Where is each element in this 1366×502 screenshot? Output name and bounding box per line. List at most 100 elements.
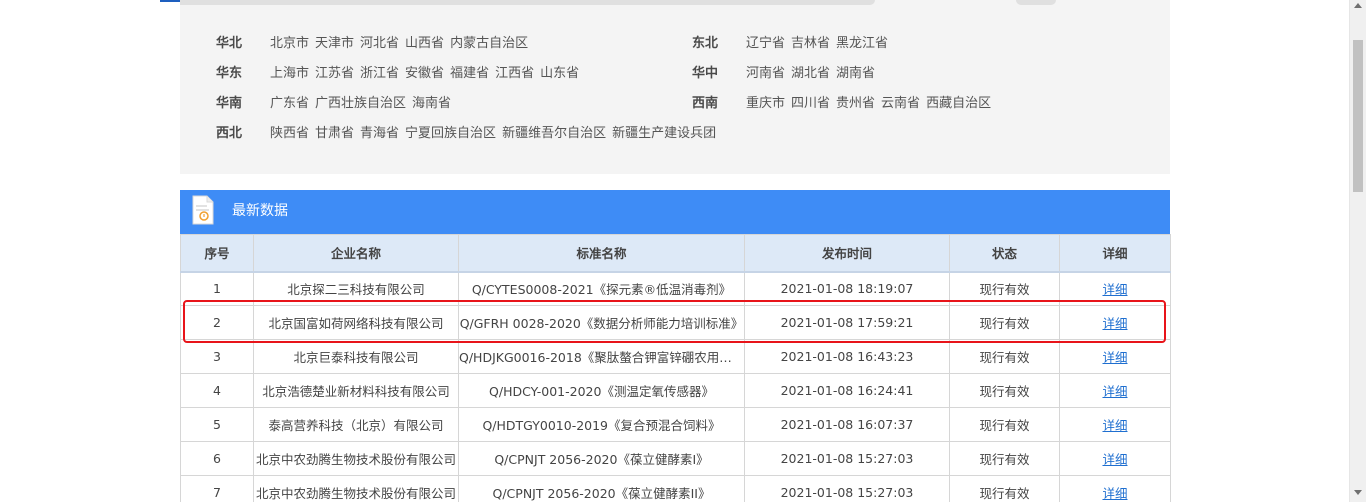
detail-cell: 详细 (1059, 305, 1171, 340)
province-link[interactable]: 贵州省 (836, 96, 875, 111)
company-name: 北京中农劲腾生物技术股份有限公司 (253, 441, 459, 476)
standard-name: Q/HDCY-001-2020《测温定氧传感器》 (458, 373, 745, 408)
region-name: 华东 (216, 66, 243, 81)
province-link[interactable]: 山西省 (405, 36, 444, 51)
publish-time: 2021-01-08 18:19:07 (744, 271, 950, 306)
column-header-status: 状态 (949, 234, 1060, 273)
province-link[interactable]: 江西省 (495, 66, 534, 81)
status: 现行有效 (949, 475, 1060, 502)
province-link[interactable]: 天津市 (315, 36, 354, 51)
detail-link[interactable]: 详细 (1102, 316, 1127, 331)
province-link[interactable]: 青海省 (360, 126, 399, 141)
province-links: 重庆市 四川省 贵州省 云南省 西藏自治区 (746, 94, 997, 114)
detail-cell: 详细 (1059, 407, 1171, 442)
province-link[interactable]: 海南省 (412, 96, 451, 111)
detail-cell: 详细 (1059, 373, 1171, 408)
status: 现行有效 (949, 373, 1060, 408)
table-row: 6 北京中农劲腾生物技术股份有限公司 Q/CPNJT 2056-2020《葆立健… (180, 441, 1171, 476)
province-link[interactable]: 北京市 (270, 36, 309, 51)
province-link[interactable]: 西藏自治区 (926, 96, 991, 111)
row-number: 3 (180, 339, 254, 374)
publish-time: 2021-01-08 17:59:21 (744, 305, 950, 340)
detail-link[interactable]: 详细 (1102, 282, 1127, 297)
province-links: 上海市 江苏省 浙江省 安徽省 福建省 江西省 山东省 (270, 64, 585, 84)
row-number: 7 (180, 475, 254, 502)
status: 现行有效 (949, 305, 1060, 340)
province-link[interactable]: 湖南省 (836, 66, 875, 81)
detail-link[interactable]: 详细 (1102, 350, 1127, 365)
row-number: 6 (180, 441, 254, 476)
province-link[interactable]: 吉林省 (791, 36, 830, 51)
province-links: 河南省 湖北省 湖南省 (746, 64, 881, 84)
company-name: 北京中农劲腾生物技术股份有限公司 (253, 475, 459, 502)
status: 现行有效 (949, 339, 1060, 374)
document-icon (192, 195, 214, 225)
detail-cell: 详细 (1059, 475, 1171, 502)
publish-time: 2021-01-08 16:24:41 (744, 373, 950, 408)
publish-time: 2021-01-08 16:43:23 (744, 339, 950, 374)
province-link[interactable]: 湖北省 (791, 66, 830, 81)
detail-link[interactable]: 详细 (1102, 384, 1127, 399)
column-header-time: 发布时间 (744, 234, 950, 273)
region-name: 华北 (216, 36, 243, 51)
province-links: 北京市 天津市 河北省 山西省 内蒙古自治区 (270, 34, 534, 54)
table-header-row: 序号 企业名称 标准名称 发布时间 状态 详细 (180, 234, 1171, 273)
publish-time: 2021-01-08 15:27:03 (744, 475, 950, 502)
detail-link[interactable]: 详细 (1102, 486, 1127, 501)
standard-name: Q/HDJKG0016-2018《聚肽螯合钾富锌硼农用磷酸二... (458, 339, 745, 374)
status: 现行有效 (949, 407, 1060, 442)
scrollbar-thumb[interactable] (1353, 40, 1363, 192)
panel-title: 最新数据 (232, 203, 288, 219)
province-link[interactable]: 云南省 (881, 96, 920, 111)
latest-data-table: 序号 企业名称 标准名称 发布时间 状态 详细 1 北京探二三科技有限公司 Q/… (180, 234, 1171, 502)
province-link[interactable]: 内蒙古自治区 (450, 36, 528, 51)
province-link[interactable]: 新疆维吾尔自治区 (502, 126, 606, 141)
region-filter-panel: 华北 北京市 天津市 河北省 山西省 内蒙古自治区 华东 上海市 江苏省 浙江省 安徽省 福建省… (180, 18, 1170, 174)
standard-name: Q/CPNJT 2056-2020《葆立健酵素I》 (458, 441, 745, 476)
province-link[interactable]: 辽宁省 (746, 36, 785, 51)
publish-time: 2021-01-08 16:07:37 (744, 407, 950, 442)
vertical-scrollbar[interactable] (1349, 0, 1366, 502)
province-link[interactable]: 浙江省 (360, 66, 399, 81)
standard-name: Q/HDTGY0010-2019《复合预混合饲料》 (458, 407, 745, 442)
column-header-company: 企业名称 (253, 234, 459, 273)
province-link[interactable]: 河南省 (746, 66, 785, 81)
province-link[interactable]: 甘肃省 (315, 126, 354, 141)
province-link[interactable]: 河北省 (360, 36, 399, 51)
detail-cell: 详细 (1059, 441, 1171, 476)
detail-link[interactable]: 详细 (1102, 452, 1127, 467)
province-links: 陕西省 甘肃省 青海省 宁夏回族自治区 新疆维吾尔自治区 新疆生产建设兵团 (270, 124, 722, 144)
province-link[interactable]: 宁夏回族自治区 (405, 126, 496, 141)
province-link[interactable]: 四川省 (791, 96, 830, 111)
region-name: 华南 (216, 96, 243, 111)
status: 现行有效 (949, 441, 1060, 476)
province-link[interactable]: 重庆市 (746, 96, 785, 111)
company-name: 北京巨泰科技有限公司 (253, 339, 459, 374)
province-link[interactable]: 广西壮族自治区 (315, 96, 406, 111)
province-link[interactable]: 黑龙江省 (836, 36, 888, 51)
region-name: 东北 (692, 36, 719, 51)
region-name: 西北 (216, 126, 243, 141)
province-link[interactable]: 山东省 (540, 66, 579, 81)
province-link[interactable]: 福建省 (450, 66, 489, 81)
tab-bar-right (1016, 0, 1056, 5)
table-row: 7 北京中农劲腾生物技术股份有限公司 Q/CPNJT 2056-2020《葆立健… (180, 475, 1171, 502)
tab-bar-left (180, 0, 875, 5)
province-link[interactable]: 安徽省 (405, 66, 444, 81)
province-link[interactable]: 上海市 (270, 66, 309, 81)
top-tab-strip (180, 0, 1170, 18)
company-name: 北京浩德楚业新材料科技有限公司 (253, 373, 459, 408)
column-header-standard: 标准名称 (458, 234, 745, 273)
scroll-up-arrow-icon[interactable] (1354, 3, 1362, 8)
province-links: 广东省 广西壮族自治区 海南省 (270, 94, 457, 114)
province-link[interactable]: 陕西省 (270, 126, 309, 141)
province-link[interactable]: 新疆生产建设兵团 (612, 126, 716, 141)
detail-link[interactable]: 详细 (1102, 418, 1127, 433)
standard-name: Q/GFRH 0028-2020《数据分析师能力培训标准》 (458, 305, 745, 340)
scroll-down-arrow-icon[interactable] (1354, 490, 1362, 495)
table-row: 3 北京巨泰科技有限公司 Q/HDJKG0016-2018《聚肽螯合钾富锌硼农用… (180, 339, 1171, 374)
status: 现行有效 (949, 271, 1060, 306)
province-link[interactable]: 广东省 (270, 96, 309, 111)
detail-cell: 详细 (1059, 339, 1171, 374)
province-link[interactable]: 江苏省 (315, 66, 354, 81)
